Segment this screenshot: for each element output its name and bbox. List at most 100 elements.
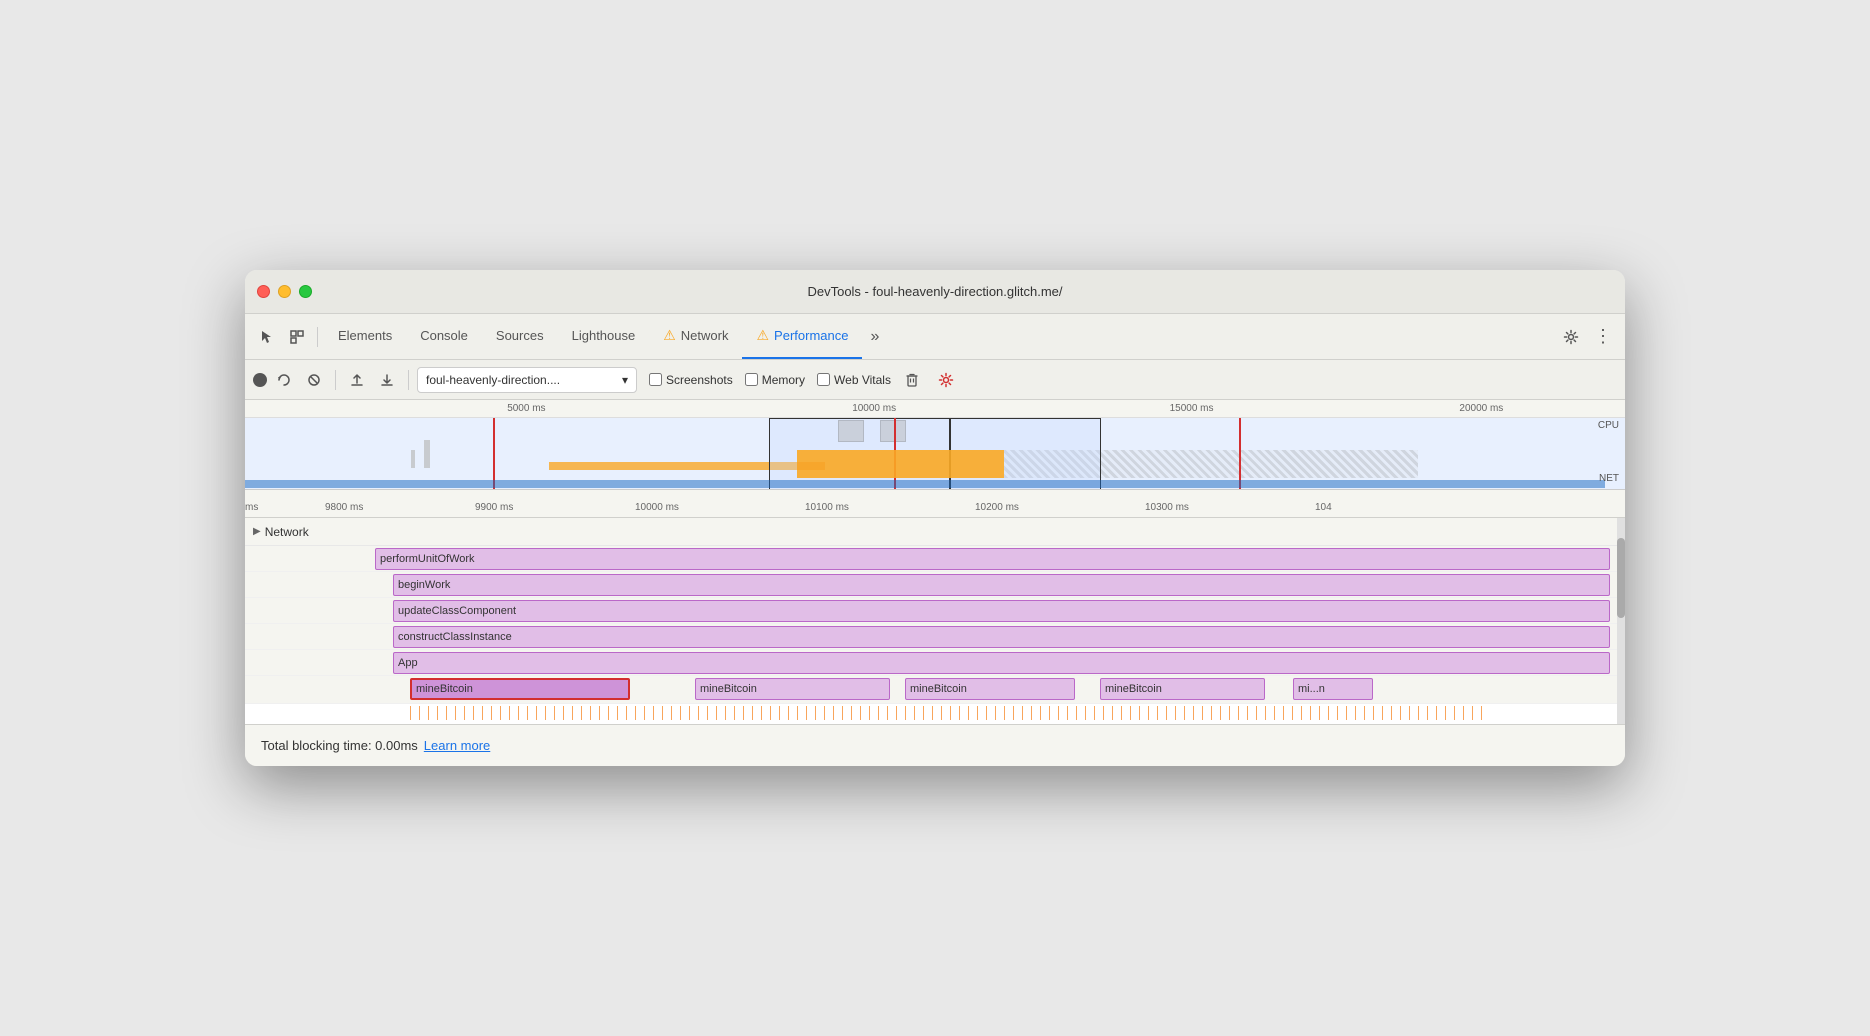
dropdown-arrow-icon: ▾ [622, 373, 628, 387]
performance-warning-icon: ⚠ [756, 327, 769, 344]
tick-mark [1058, 706, 1059, 720]
tick-mark [1454, 706, 1455, 720]
flame-block-minebitcoin-2[interactable]: mineBitcoin [695, 678, 890, 700]
cpu-peak-main [797, 450, 1004, 478]
performance-settings-icon[interactable] [933, 367, 959, 393]
tick-mark [1184, 706, 1185, 720]
tick-mark [1202, 706, 1203, 720]
tab-performance[interactable]: ⚠ Performance [742, 314, 862, 359]
stop-icon[interactable] [301, 367, 327, 393]
scroll-thumb[interactable] [1617, 538, 1625, 618]
flame-block-constructclassinstance[interactable]: constructClassInstance [393, 626, 1610, 648]
tick-mark [1373, 706, 1374, 720]
tick-mark [635, 706, 636, 720]
flame-block-minebitcoin-5[interactable]: mi...n [1293, 678, 1373, 700]
minimize-button[interactable] [278, 285, 291, 298]
tick-mark [1355, 706, 1356, 720]
flame-row-beginwork: beginWork [245, 572, 1625, 598]
webvitals-checkbox[interactable] [817, 373, 830, 386]
detail-tick-10200: 10200 ms [975, 502, 1019, 513]
tick-mark [464, 706, 465, 720]
tab-lighthouse[interactable]: Lighthouse [558, 314, 650, 359]
url-text: foul-heavenly-direction.... [426, 373, 618, 387]
flame-block-minebitcoin-3[interactable]: mineBitcoin [905, 678, 1075, 700]
cpu-spike-1 [411, 450, 415, 468]
record-button[interactable] [253, 373, 267, 387]
tick-mark [716, 706, 717, 720]
tab-network[interactable]: ⚠ Network [649, 314, 742, 359]
flame-section: ▶ Network performUnitOfWork beginWork [245, 518, 1625, 724]
flame-block-beginwork[interactable]: beginWork [393, 574, 1610, 596]
window-title: DevTools - foul-heavenly-direction.glitc… [807, 284, 1062, 299]
net-label: NET [1599, 473, 1619, 484]
tick-mark [1211, 706, 1212, 720]
tick-mark [878, 706, 879, 720]
tick-mark [734, 706, 735, 720]
flame-block-app[interactable]: App [393, 652, 1610, 674]
tick-mark [1472, 706, 1473, 720]
cpu-label: CPU [1598, 420, 1619, 431]
network-expand-arrow: ▶ [253, 526, 261, 537]
screenshots-label: Screenshots [666, 373, 733, 387]
status-bar: Total blocking time: 0.00ms Learn more [245, 724, 1625, 766]
clear-button[interactable] [899, 367, 925, 393]
refresh-icon[interactable] [271, 367, 297, 393]
tick-mark [1238, 706, 1239, 720]
tick-mark [860, 706, 861, 720]
learn-more-link[interactable]: Learn more [424, 738, 490, 753]
tick-mark [1400, 706, 1401, 720]
recording-toolbar: foul-heavenly-direction.... ▾ Screenshot… [245, 360, 1625, 400]
flame-block-performunitofwork[interactable]: performUnitOfWork [375, 548, 1610, 570]
network-section-row[interactable]: ▶ Network [245, 518, 1625, 546]
timeline-overview[interactable]: 5000 ms 10000 ms 15000 ms 20000 ms CPU N… [245, 400, 1625, 490]
webvitals-checkbox-group: Web Vitals [817, 373, 891, 387]
tick-mark [1463, 706, 1464, 720]
tick-mark [1265, 706, 1266, 720]
devtools-window: DevTools - foul-heavenly-direction.glitc… [245, 270, 1625, 766]
cursor-tool-icon[interactable] [253, 323, 281, 351]
webvitals-label: Web Vitals [834, 373, 891, 387]
ruler-tick-15000: 15000 ms [1170, 403, 1214, 414]
detail-tick-9800: 9800 ms [325, 502, 363, 513]
tick-mark [725, 706, 726, 720]
ruler-tick-20000: 20000 ms [1459, 403, 1503, 414]
settings-icon[interactable] [1557, 323, 1585, 351]
tick-mark [509, 706, 510, 720]
flame-row-app: App [245, 650, 1625, 676]
inspector-icon[interactable] [283, 323, 311, 351]
tick-mark [482, 706, 483, 720]
flame-block-minebitcoin-4[interactable]: mineBitcoin [1100, 678, 1265, 700]
tick-mark [518, 706, 519, 720]
tick-mark [1427, 706, 1428, 720]
flame-block-updateclasscomponent[interactable]: updateClassComponent [393, 600, 1610, 622]
tab-console[interactable]: Console [406, 314, 482, 359]
tick-mark [761, 706, 762, 720]
flame-block-minebitcoin-1[interactable]: mineBitcoin [410, 678, 630, 700]
maximize-button[interactable] [299, 285, 312, 298]
ruler-tick-5000: 5000 ms [507, 403, 545, 414]
tick-mark [869, 706, 870, 720]
tick-mark [1436, 706, 1437, 720]
tick-mark [617, 706, 618, 720]
more-tabs-button[interactable]: » [862, 314, 887, 359]
flame-row-minebitcoin: mineBitcoin mineBitcoin mineBitcoin mine… [245, 676, 1625, 704]
download-icon[interactable] [374, 367, 400, 393]
tab-elements[interactable]: Elements [324, 314, 406, 359]
memory-checkbox[interactable] [745, 373, 758, 386]
tick-mark [1391, 706, 1392, 720]
tab-sources[interactable]: Sources [482, 314, 558, 359]
close-button[interactable] [257, 285, 270, 298]
upload-icon[interactable] [344, 367, 370, 393]
net-track [245, 480, 1605, 488]
url-dropdown[interactable]: foul-heavenly-direction.... ▾ [417, 367, 637, 393]
menu-icon[interactable]: ⋮ [1589, 323, 1617, 351]
tick-mark [788, 706, 789, 720]
tick-mark [428, 706, 429, 720]
tick-mark [1148, 706, 1149, 720]
tick-mark [599, 706, 600, 720]
tick-mark [554, 706, 555, 720]
tick-mark [1031, 706, 1032, 720]
tick-mark [1337, 706, 1338, 720]
screenshots-checkbox[interactable] [649, 373, 662, 386]
flame-row-performunitofwork: performUnitOfWork [245, 546, 1625, 572]
